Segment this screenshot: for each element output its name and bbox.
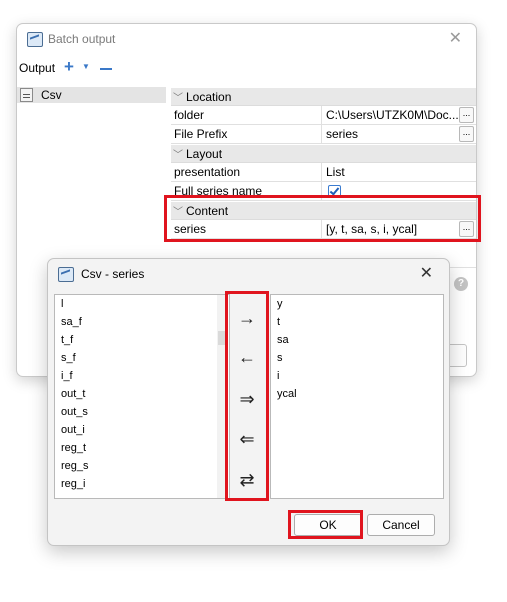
browse-folder-button[interactable]: ... [459,107,474,123]
list-item[interactable]: y [277,298,283,310]
list-item[interactable]: reg_i [61,478,85,490]
section-location[interactable]: ﹀ Location [171,88,476,106]
list-item-csv[interactable]: Csv [17,87,166,103]
app-icon [58,267,74,282]
list-item[interactable]: out_t [61,388,85,400]
list-item[interactable]: out_s [61,406,88,418]
cancel-button[interactable]: Cancel [367,514,435,536]
file-prefix-value[interactable]: series [321,125,476,143]
list-item[interactable]: i_f [61,370,73,382]
property-name: presentation [174,165,241,179]
property-row-folder: folder C:\Users\UTZK0M\Doc... ... [171,106,476,125]
close-icon[interactable]: ✕ [449,28,462,48]
dialog-title: Csv - series [81,267,145,281]
list-item[interactable]: out_i [61,424,85,436]
close-icon[interactable]: ✕ [420,263,433,283]
section-layout[interactable]: ﹀ Layout [171,145,476,163]
list-item[interactable]: i [277,370,279,382]
app-icon [27,32,43,47]
edit-prefix-button[interactable]: ... [459,126,474,142]
list-item[interactable]: reg_s [61,460,89,472]
chevron-down-icon: ﹀ [173,150,183,161]
list-item[interactable]: ycal [277,388,297,400]
list-item-label: Csv [41,88,62,102]
property-row-file-prefix: File Prefix series ... [171,125,476,144]
list-item[interactable]: reg_t [61,442,86,454]
minus-icon[interactable] [100,68,112,70]
list-item[interactable]: s_f [61,352,76,364]
csv-file-icon [20,88,33,102]
output-label: Output [19,61,56,75]
selected-series-list[interactable]: y t sa s i ycal [270,294,444,499]
list-item[interactable]: t_f [61,334,73,346]
highlight-content-section [164,195,481,242]
highlight-move-buttons [225,291,269,501]
plus-icon[interactable]: + [64,57,74,77]
property-name: folder [174,108,205,122]
list-item[interactable]: sa [277,334,289,346]
highlight-ok-button [288,510,363,539]
chevron-down-icon: ﹀ [173,93,183,104]
list-item[interactable]: l [61,298,63,310]
chevron-down-icon[interactable]: ▼ [82,62,90,71]
list-item[interactable]: s [277,352,283,364]
property-name: File Prefix [174,127,228,141]
list-item[interactable]: t [277,316,280,328]
property-row-presentation: presentation List [171,163,476,182]
folder-value[interactable]: C:\Users\UTZK0M\Doc... [321,106,476,124]
available-series-list[interactable]: l sa_f t_f s_f i_f out_t out_s out_i reg… [54,294,230,499]
help-icon[interactable]: ? [454,277,468,291]
window-title: Batch output [48,32,116,46]
section-label: Layout [186,147,223,161]
section-label: Location [186,90,232,104]
list-item[interactable]: sa_f [61,316,82,328]
presentation-value[interactable]: List [321,163,476,181]
